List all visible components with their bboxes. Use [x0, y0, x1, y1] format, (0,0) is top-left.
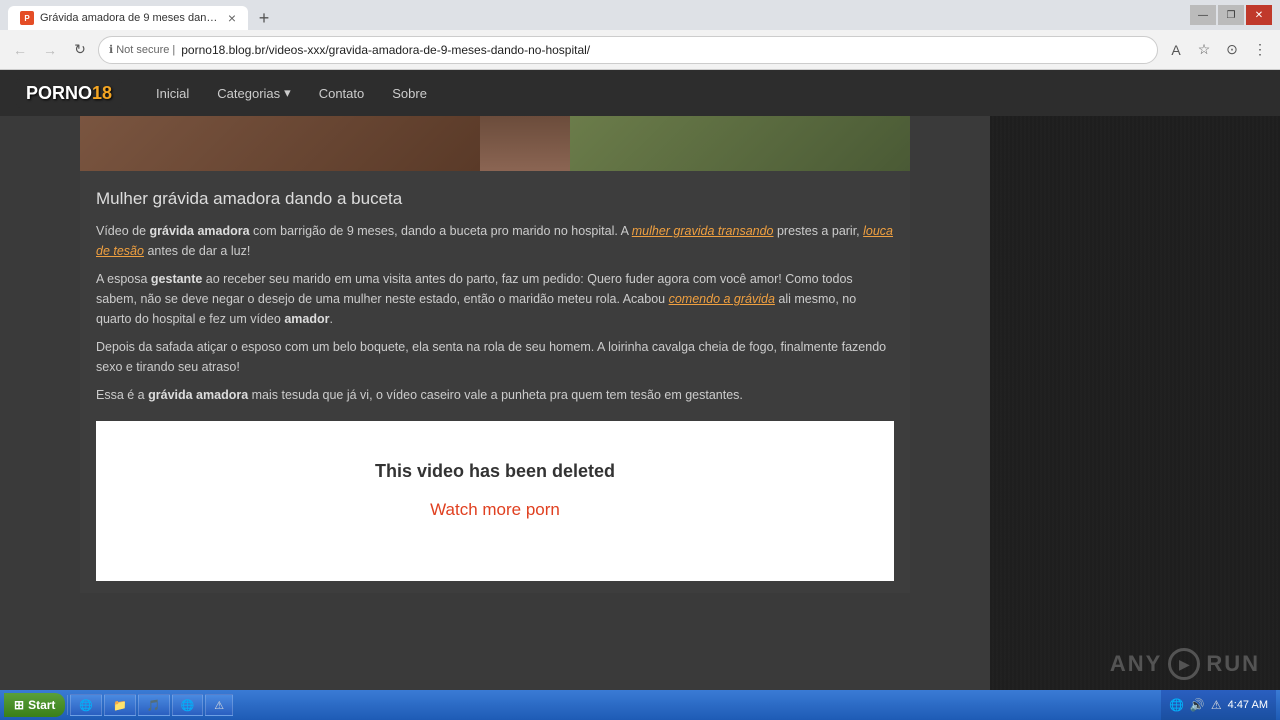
maximize-button[interactable]: ❐: [1218, 5, 1244, 25]
browser-window: P Grávida amadora de 9 meses dando... × …: [0, 0, 1280, 720]
anyrun-watermark: ANY ▶ RUN: [1110, 648, 1260, 680]
tab-close-button[interactable]: ×: [228, 11, 236, 25]
bold-gravida-amadora: grávida amadora: [150, 224, 250, 238]
bold-gravida-amadora-2: grávida amadora: [148, 388, 248, 402]
windows-icon: ⊞: [14, 698, 24, 712]
paragraph-1: Vídeo de grávida amadora com barrigão de…: [96, 221, 894, 261]
nav-sobre[interactable]: Sobre: [378, 86, 441, 101]
translate-icon[interactable]: A: [1164, 38, 1188, 62]
article-title: Mulher grávida amadora dando a buceta: [96, 189, 894, 209]
chrome-icon: 🌐: [181, 699, 195, 712]
nav-inicial[interactable]: Inicial: [142, 86, 203, 101]
tab-area: P Grávida amadora de 9 meses dando... × …: [8, 0, 1186, 30]
bookmark-icon[interactable]: ☆: [1192, 38, 1216, 62]
minimize-button[interactable]: —: [1190, 5, 1216, 25]
page-body: Mulher grávida amadora dando a buceta Ví…: [0, 116, 1280, 720]
anyrun-play-icon: ▶: [1168, 648, 1200, 680]
anyrun-text-right: RUN: [1206, 651, 1260, 677]
logo-suffix: 18: [92, 83, 112, 103]
taskbar-clock: 4:47 AM: [1228, 699, 1268, 711]
url-text: porno18.blog.br/videos-xxx/gravida-amado…: [181, 43, 590, 57]
separator: |: [172, 44, 175, 56]
taskbar-volume-icon: 🔊: [1190, 698, 1205, 712]
paragraph-2: A esposa gestante ao receber seu marido …: [96, 269, 894, 329]
video-deleted-box: This video has been deleted Watch more p…: [96, 421, 894, 581]
link-mulher-gravida[interactable]: mulher gravida transando: [632, 224, 774, 238]
anyrun-text-left: ANY: [1110, 651, 1162, 677]
start-label: Start: [28, 698, 55, 712]
site-navigation: PORNO18 Inicial Categorias ▾ Contato Sob…: [0, 70, 1280, 116]
back-button[interactable]: ←: [8, 38, 32, 62]
active-tab[interactable]: P Grávida amadora de 9 meses dando... ×: [8, 6, 248, 30]
taskbar-media-button[interactable]: 🎵: [138, 694, 170, 716]
account-icon[interactable]: ⊙: [1220, 38, 1244, 62]
lock-icon: ℹ: [109, 43, 113, 56]
taskbar-separator: [67, 695, 68, 715]
link-comendo-gravida[interactable]: comendo a grávida: [669, 292, 775, 306]
video-deleted-title: This video has been deleted: [116, 461, 874, 482]
forward-button[interactable]: →: [38, 38, 62, 62]
nav-contato[interactable]: Contato: [305, 86, 379, 101]
address-bar: ← → ↻ ℹ Not secure | porno18.blog.br/vid…: [0, 30, 1280, 70]
tab-favicon: P: [20, 11, 34, 25]
folder-icon: 📁: [113, 699, 127, 712]
tab-title: Grávida amadora de 9 meses dando...: [40, 12, 222, 24]
site-logo[interactable]: PORNO18: [16, 79, 122, 108]
thumbnail-left: [80, 116, 480, 171]
title-bar: P Grávida amadora de 9 meses dando... × …: [0, 0, 1280, 30]
taskbar-tray: 🌐 🔊 ⚠ 4:47 AM: [1161, 690, 1276, 720]
nav-categorias[interactable]: Categorias ▾: [203, 85, 304, 101]
taskbar-network-icon: 🌐: [1169, 698, 1184, 712]
watch-more-link[interactable]: Watch more porn: [430, 500, 560, 519]
dropdown-arrow-icon: ▾: [284, 85, 291, 101]
right-sidebar: ANY ▶ RUN: [990, 116, 1280, 720]
url-bar[interactable]: ℹ Not secure | porno18.blog.br/videos-xx…: [98, 36, 1158, 64]
taskbar-alert-button[interactable]: ⚠: [205, 694, 233, 716]
thumbnail-strip: [80, 116, 910, 171]
ie-icon: 🌐: [79, 699, 93, 712]
start-button[interactable]: ⊞ Start: [4, 693, 65, 717]
article-body: Vídeo de grávida amadora com barrigão de…: [96, 221, 894, 405]
close-button[interactable]: ✕: [1246, 5, 1272, 25]
taskbar-folder-button[interactable]: 📁: [104, 694, 136, 716]
bold-amador: amador: [284, 312, 329, 326]
article-text-block: Mulher grávida amadora dando a buceta Ví…: [80, 171, 910, 593]
taskbar-warning-icon: ⚠: [1211, 698, 1222, 712]
menu-icon[interactable]: ⋮: [1248, 38, 1272, 62]
alert-icon: ⚠: [214, 699, 224, 712]
logo-prefix: PORNO: [26, 83, 92, 103]
media-icon: 🎵: [147, 699, 161, 712]
security-indicator: ℹ Not secure |: [109, 43, 175, 56]
taskbar: ⊞ Start 🌐 📁 🎵 🌐 ⚠ 🌐 🔊 ⚠ 4:47 AM: [0, 690, 1280, 720]
main-content: Mulher grávida amadora dando a buceta Ví…: [80, 116, 910, 593]
window-controls: — ❐ ✕: [1190, 5, 1272, 25]
toolbar-icons: A ☆ ⊙ ⋮: [1164, 38, 1272, 62]
taskbar-chrome-button[interactable]: 🌐: [172, 694, 204, 716]
content-wrapper: Mulher grávida amadora dando a buceta Ví…: [0, 116, 990, 720]
taskbar-ie-button[interactable]: 🌐: [70, 694, 102, 716]
paragraph-4: Essa é a grávida amadora mais tesuda que…: [96, 385, 894, 405]
new-tab-button[interactable]: +: [252, 6, 276, 30]
security-label: Not secure: [116, 44, 169, 56]
paragraph-3: Depois da safada atiçar o esposo com um …: [96, 337, 894, 377]
bold-gestante: gestante: [151, 272, 202, 286]
thumbnail-right: [570, 116, 910, 171]
refresh-button[interactable]: ↻: [68, 38, 92, 62]
